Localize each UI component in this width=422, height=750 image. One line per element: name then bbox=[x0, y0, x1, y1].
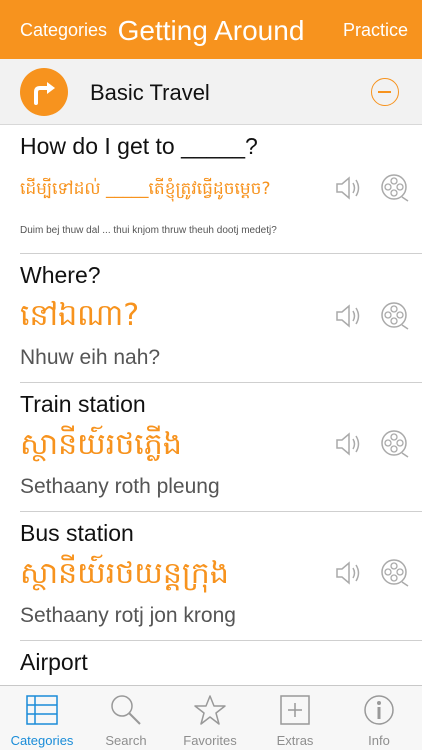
phrase-khmer: ស្ថានីយ៍រថភ្លើង bbox=[20, 427, 182, 462]
collapse-section-button[interactable] bbox=[371, 78, 399, 106]
section-header-basic-travel[interactable]: Basic Travel bbox=[0, 59, 422, 125]
film-reel-icon[interactable] bbox=[380, 173, 410, 203]
tab-categories[interactable]: Categories bbox=[0, 686, 84, 750]
info-icon bbox=[363, 694, 395, 726]
phrase-row[interactable]: Train station ស្ថានីយ៍រថភ្លើង Sethaany r… bbox=[0, 383, 422, 512]
speaker-icon[interactable] bbox=[333, 558, 363, 588]
categories-back-button[interactable]: Categories bbox=[20, 0, 107, 59]
tab-label: Search bbox=[105, 733, 147, 748]
phrase-english: Train station bbox=[20, 391, 146, 417]
phrase-english: Where? bbox=[20, 262, 101, 288]
speaker-icon[interactable] bbox=[333, 301, 363, 331]
phrase-khmer: ស្ថានីយ៍រថយន្តក្រុង bbox=[20, 556, 229, 591]
phrase-phonetic: Duim bej thuw dal ... thui knjom thruw t… bbox=[20, 225, 277, 236]
phrase-phonetic: Sethaany roth pleung bbox=[20, 475, 220, 498]
tab-label: Categories bbox=[10, 733, 74, 748]
list-icon bbox=[26, 694, 58, 726]
tab-favorites[interactable]: Favorites bbox=[168, 686, 252, 750]
phrase-list[interactable]: How do I get to _____? ដើម្បីទៅដល់ _____… bbox=[0, 125, 422, 685]
star-icon bbox=[194, 694, 226, 726]
tab-label: Extras bbox=[276, 733, 314, 748]
tab-label: Favorites bbox=[183, 733, 237, 748]
tab-info[interactable]: Info bbox=[337, 686, 421, 750]
search-icon bbox=[110, 694, 142, 726]
navigation-bar: Categories Getting Around Practice bbox=[0, 0, 422, 59]
phrase-khmer: ដើម្បីទៅដល់ _____តើខ្ញុំត្រូវធ្វើដូចម្តេ… bbox=[20, 179, 271, 199]
speaker-icon[interactable] bbox=[333, 429, 363, 459]
tab-bar: Categories Search Favorites Extras Info bbox=[0, 685, 422, 750]
phrase-khmer: នៅឯណា? bbox=[20, 298, 140, 333]
phrase-english: Airport bbox=[20, 649, 88, 675]
film-reel-icon[interactable] bbox=[380, 301, 410, 331]
phrase-phonetic: Nhuw eih nah? bbox=[20, 346, 161, 369]
section-title: Basic Travel bbox=[90, 80, 210, 105]
phrase-row[interactable]: Bus station ស្ថានីយ៍រថយន្តក្រុង Sethaany… bbox=[0, 512, 422, 641]
tab-search[interactable]: Search bbox=[84, 686, 168, 750]
plus-box-icon bbox=[279, 694, 311, 726]
film-reel-icon[interactable] bbox=[380, 558, 410, 588]
phrase-phonetic: Sethaany rotj jon krong bbox=[20, 604, 236, 627]
phrase-row[interactable]: How do I get to _____? ដើម្បីទៅដល់ _____… bbox=[0, 125, 422, 254]
speaker-icon[interactable] bbox=[333, 173, 363, 203]
phrase-english: How do I get to _____? bbox=[20, 133, 258, 159]
phrase-row[interactable]: Where? នៅឯណា? Nhuw eih nah? bbox=[0, 254, 422, 383]
phrase-row[interactable]: Airport bbox=[0, 641, 422, 685]
turn-arrow-icon bbox=[20, 68, 68, 116]
film-reel-icon[interactable] bbox=[380, 429, 410, 459]
tab-label: Info bbox=[368, 733, 390, 748]
tab-extras[interactable]: Extras bbox=[253, 686, 337, 750]
phrase-english: Bus station bbox=[20, 520, 134, 546]
practice-button[interactable]: Practice bbox=[343, 0, 408, 59]
